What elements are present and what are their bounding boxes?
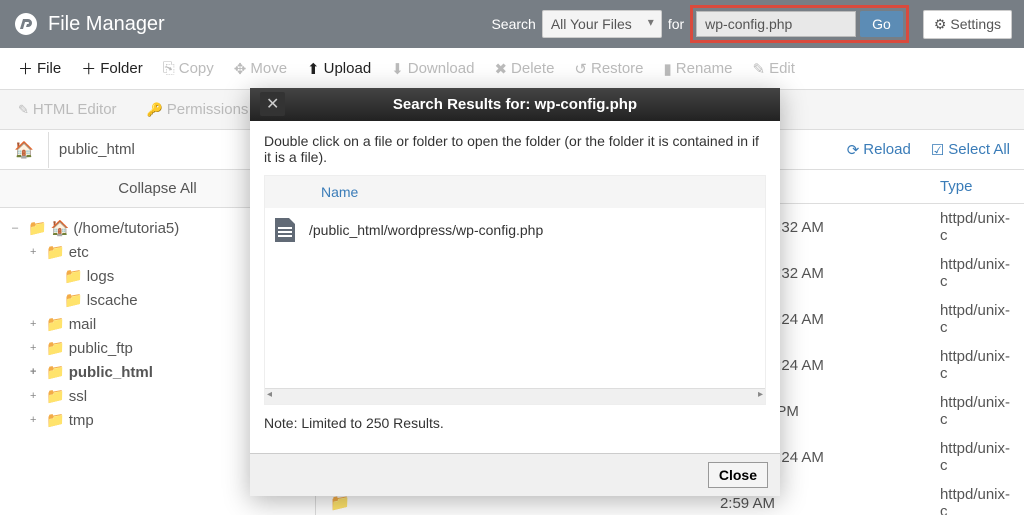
gear-icon: ⚙ [934, 16, 947, 33]
for-label: for [668, 16, 684, 32]
folder-icon: 📁 [64, 291, 83, 309]
search-label: Search [491, 16, 535, 32]
expand-icon[interactable]: + [30, 366, 42, 378]
search-input[interactable] [696, 11, 856, 37]
go-button[interactable]: Go [860, 11, 903, 37]
delete-icon: ✖ [494, 60, 507, 78]
search-scope-select[interactable]: All Your Files [542, 10, 662, 38]
modal-name-column[interactable]: Name [265, 176, 765, 208]
close-button[interactable]: Close [708, 462, 768, 488]
plus-icon: ＋ [18, 58, 33, 79]
cpanel-icon [12, 10, 40, 38]
move-icon: ✥ [234, 60, 247, 78]
html-editor-icon: ✎ [18, 102, 29, 118]
expand-icon[interactable]: + [30, 318, 42, 330]
modal-note: Note: Limited to 250 Results. [264, 405, 766, 441]
html-editor-button[interactable]: ✎HTML Editor [8, 93, 127, 126]
folder-icon: 📁 [330, 495, 350, 512]
rename-button[interactable]: ▮Rename [654, 52, 743, 86]
delete-button[interactable]: ✖Delete [484, 52, 564, 86]
folder-icon: 📁 [46, 363, 65, 381]
col-type[interactable]: Type [940, 178, 1010, 195]
expand-icon[interactable]: + [30, 342, 42, 354]
search-result-row[interactable]: /public_html/wordpress/wp-config.php [265, 208, 765, 252]
app-logo: File Manager [12, 10, 165, 38]
rename-icon: ▮ [664, 60, 672, 78]
reload-icon: ⟳ [847, 141, 860, 159]
select-all-icon: ☑ [931, 141, 944, 159]
result-path: /public_html/wordpress/wp-config.php [309, 222, 543, 238]
folder-icon: 📁 [64, 267, 83, 285]
folder-icon: 📁 [46, 243, 65, 261]
folder-icon: 📁 [28, 219, 47, 237]
collapse-icon[interactable]: – [12, 222, 24, 234]
reload-button[interactable]: ⟳Reload [847, 141, 911, 159]
download-button[interactable]: ⬇Download [381, 52, 484, 86]
horizontal-scrollbar[interactable] [265, 388, 765, 404]
download-icon: ⬇ [391, 60, 404, 78]
select-all-button[interactable]: ☑Select All [931, 141, 1010, 159]
modal-title-bar: ✕ Search Results for: wp-config.php [250, 88, 780, 121]
app-title: File Manager [48, 13, 165, 36]
expand-icon[interactable]: + [30, 390, 42, 402]
search-highlight-box: Go [690, 5, 909, 43]
expand-icon[interactable]: + [30, 246, 42, 258]
key-icon: 🔑 [147, 102, 163, 118]
file-icon [275, 218, 295, 242]
folder-icon: 📁 [46, 339, 65, 357]
search-results-modal: ✕ Search Results for: wp-config.php Doub… [250, 88, 780, 496]
home-icon: 🏠 [51, 219, 70, 237]
folder-icon: 📁 [46, 315, 65, 333]
settings-button[interactable]: ⚙ Settings [923, 10, 1012, 39]
modal-close-x[interactable]: ✕ [260, 92, 285, 116]
upload-icon: ⬆ [307, 60, 320, 78]
restore-button[interactable]: ↺Restore [564, 52, 653, 86]
copy-button[interactable]: ⎘Copy [153, 52, 224, 85]
upload-button[interactable]: ⬆Upload [297, 52, 381, 86]
edit-button[interactable]: ✎Edit [742, 52, 804, 86]
home-icon[interactable]: 🏠 [0, 132, 49, 168]
edit-icon: ✎ [752, 60, 765, 78]
plus-icon: ＋ [81, 58, 96, 79]
copy-icon: ⎘ [163, 60, 175, 77]
modal-instruction: Double click on a file or folder to open… [264, 133, 766, 165]
new-file-button[interactable]: ＋File [8, 50, 71, 87]
new-folder-button[interactable]: ＋Folder [71, 50, 153, 87]
move-button[interactable]: ✥Move [224, 52, 297, 86]
folder-icon: 📁 [46, 411, 65, 429]
expand-icon[interactable]: + [30, 414, 42, 426]
restore-icon: ↺ [574, 60, 587, 78]
folder-icon: 📁 [46, 387, 65, 405]
permissions-button[interactable]: 🔑Permissions [137, 93, 259, 126]
